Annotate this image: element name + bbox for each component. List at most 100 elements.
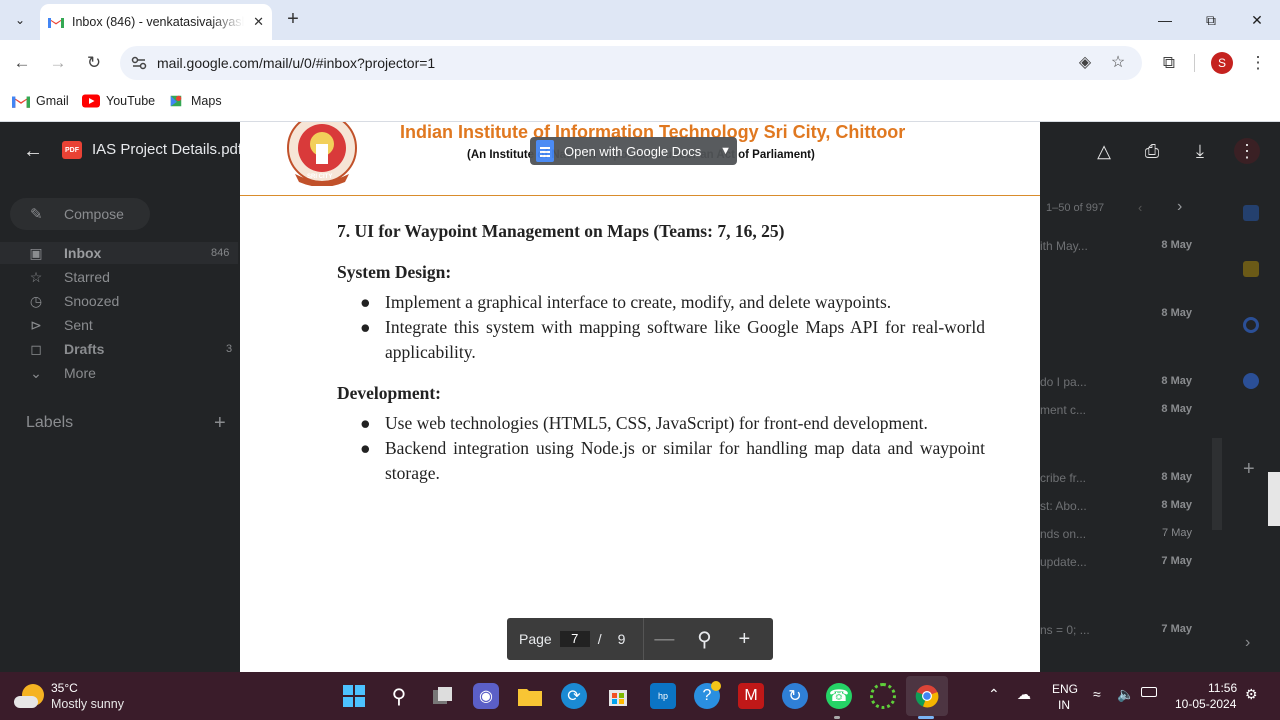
wifi-icon[interactable]: ≈ bbox=[1093, 686, 1101, 702]
bookmark-star-icon[interactable]: ☆ bbox=[1109, 54, 1127, 72]
bookmark-youtube[interactable]: YouTube bbox=[82, 94, 155, 108]
draft-icon: ◻ bbox=[30, 340, 42, 357]
task-view-icon[interactable] bbox=[430, 683, 456, 709]
tasks-icon[interactable] bbox=[1243, 317, 1259, 333]
sidebar-label: Snoozed bbox=[64, 293, 120, 309]
mcafee-icon[interactable]: M bbox=[738, 683, 764, 709]
address-bar[interactable]: mail.google.com/mail/u/0/#inbox?projecto… bbox=[120, 46, 1142, 80]
clock-time[interactable]: 11:56 bbox=[1208, 681, 1237, 695]
close-tab-icon[interactable]: ✕ bbox=[253, 14, 264, 30]
notifications-icon[interactable]: ⚙ bbox=[1245, 686, 1258, 703]
tab-search-button[interactable]: ⌄ bbox=[8, 9, 32, 31]
bullet-text: Integrate this system with mapping softw… bbox=[385, 317, 985, 362]
download-icon[interactable]: ⤓ bbox=[1187, 138, 1213, 164]
zoom-reset-button[interactable]: ⚲ bbox=[684, 627, 724, 652]
email-date: 7 May bbox=[1162, 527, 1192, 539]
sidebar-item-inbox[interactable]: ▣ Inbox bbox=[28, 242, 101, 264]
zoom-out-button[interactable]: — bbox=[644, 628, 684, 651]
close-viewer-button[interactable]: ← bbox=[22, 140, 44, 162]
sidebar-label: Drafts bbox=[64, 341, 105, 357]
drafts-count: 3 bbox=[226, 343, 233, 355]
next-page-icon[interactable]: › bbox=[1177, 198, 1182, 216]
zoom-in-button[interactable]: + bbox=[724, 628, 764, 651]
prev-page-icon[interactable]: ‹ bbox=[1138, 200, 1142, 215]
browser-toolbar: ← → ↻ mail.google.com/mail/u/0/#inbox?pr… bbox=[0, 40, 1280, 86]
language-code[interactable]: ENG bbox=[1052, 682, 1078, 696]
pdf-file-name: IAS Project Details.pdf bbox=[92, 141, 243, 158]
restore-button[interactable]: ⧉ bbox=[1188, 6, 1234, 34]
site-info-icon[interactable] bbox=[130, 54, 148, 72]
extensions-icon[interactable]: ⧉ bbox=[1157, 51, 1181, 75]
bookmark-gmail[interactable]: Gmail bbox=[12, 94, 69, 108]
profile-avatar[interactable]: S bbox=[1211, 52, 1233, 74]
loading-app-icon[interactable] bbox=[870, 683, 896, 709]
add-label-icon[interactable]: + bbox=[214, 412, 226, 435]
inbox-count: 846 bbox=[211, 247, 230, 259]
dropdown-caret-icon[interactable]: ▼ bbox=[720, 145, 731, 157]
expand-panel-icon[interactable]: › bbox=[1245, 634, 1250, 652]
forward-button[interactable]: → bbox=[46, 51, 70, 75]
chrome-icon[interactable] bbox=[914, 683, 940, 709]
calendar-icon[interactable] bbox=[1243, 205, 1259, 221]
list-scrollbar[interactable] bbox=[1212, 438, 1222, 530]
gmail-pdf-viewer: ✎ Compose ▣ Inbox 846 ☆ Starred ◷ Snoozed ⊳… bbox=[0, 122, 1280, 672]
system-design-heading: System Design: bbox=[337, 262, 452, 282]
bookmark-label: Gmail bbox=[36, 94, 69, 108]
print-icon[interactable]: ⎙ bbox=[1139, 138, 1165, 164]
file-explorer-icon[interactable] bbox=[517, 683, 543, 709]
sidebar-label: Inbox bbox=[64, 245, 102, 261]
email-snippet: ment c... bbox=[1040, 403, 1087, 417]
new-tab-button[interactable]: + bbox=[282, 8, 304, 30]
add-addon-icon[interactable]: + bbox=[1243, 458, 1255, 481]
teams-chat-icon[interactable]: ◉ bbox=[473, 683, 499, 709]
windows-taskbar: 35°C Mostly sunny ⚲ ◉ ⟳ hp ? M ↻ ☎ ⌃ ☁ E… bbox=[0, 672, 1280, 720]
email-date: 8 May bbox=[1161, 471, 1192, 483]
volume-muted-icon[interactable]: 🔈 bbox=[1117, 686, 1134, 703]
bullet-text: Use web technologies (HTML5, CSS, JavaSc… bbox=[385, 413, 928, 433]
show-hidden-icons-icon[interactable]: ⌃ bbox=[988, 686, 1000, 703]
bookmark-maps[interactable]: Maps bbox=[167, 94, 222, 108]
gmail-icon bbox=[48, 18, 64, 28]
email-snippet: ns = 0; ... bbox=[1040, 623, 1090, 637]
pdf-page: SRI CITY Indian Institute of Information… bbox=[240, 122, 1040, 672]
sidebar-item-drafts[interactable]: ◻ Drafts bbox=[28, 338, 104, 360]
more-options-icon[interactable]: ⋮ bbox=[1234, 138, 1260, 164]
sidebar-item-starred[interactable]: ☆ Starred bbox=[28, 266, 110, 288]
add-to-drive-icon[interactable]: △ bbox=[1091, 138, 1117, 164]
minimize-button[interactable]: — bbox=[1142, 6, 1188, 34]
weather-desc[interactable]: Mostly sunny bbox=[51, 697, 124, 711]
back-button[interactable]: ← bbox=[10, 51, 34, 75]
chrome-menu-icon[interactable]: ⋮ bbox=[1246, 51, 1270, 75]
gmail-icon bbox=[12, 96, 30, 108]
page-number-input[interactable]: 7 bbox=[559, 631, 590, 647]
reload-button[interactable]: ↻ bbox=[82, 51, 106, 75]
page-label: Page bbox=[519, 631, 552, 647]
microsoft-store-icon[interactable] bbox=[605, 683, 631, 709]
section-title: 7. UI for Waypoint Management on Maps (T… bbox=[337, 221, 785, 241]
browser-tab[interactable]: Inbox (846) - venkatasivajayash ✕ bbox=[40, 4, 272, 40]
open-with-google-docs-button[interactable]: Open with Google Docs ▼ bbox=[530, 137, 737, 165]
email-snippet: update... bbox=[1040, 555, 1087, 569]
keep-icon[interactable] bbox=[1243, 261, 1259, 277]
sidebar-item-sent[interactable]: ⊳ Sent bbox=[28, 314, 93, 336]
edge-icon[interactable]: ⟳ bbox=[561, 683, 587, 709]
whatsapp-icon[interactable]: ☎ bbox=[826, 683, 852, 709]
sidebar-label: Starred bbox=[64, 269, 110, 285]
sidebar-item-snoozed[interactable]: ◷ Snoozed bbox=[28, 290, 119, 312]
myhp-icon[interactable]: hp bbox=[650, 683, 676, 709]
region-code[interactable]: IN bbox=[1058, 698, 1070, 712]
development-heading: Development: bbox=[337, 383, 442, 403]
battery-icon[interactable] bbox=[1141, 687, 1157, 697]
compose-button[interactable]: ✎ Compose bbox=[10, 198, 150, 230]
weather-temp[interactable]: 35°C bbox=[51, 681, 78, 695]
close-window-button[interactable]: ✕ bbox=[1234, 6, 1280, 34]
sync-icon[interactable]: ↻ bbox=[782, 683, 808, 709]
contacts-icon[interactable] bbox=[1243, 373, 1259, 389]
clock-date[interactable]: 10-05-2024 bbox=[1175, 697, 1236, 711]
windows-start-icon[interactable] bbox=[341, 683, 367, 709]
onedrive-icon[interactable]: ☁ bbox=[1017, 686, 1031, 703]
search-icon[interactable]: ⚲ bbox=[386, 683, 412, 709]
lens-icon[interactable]: ◈ bbox=[1076, 54, 1094, 72]
sidebar-item-more[interactable]: ⌄ More bbox=[28, 362, 96, 384]
page-scrollbar-thumb[interactable] bbox=[1268, 472, 1280, 526]
